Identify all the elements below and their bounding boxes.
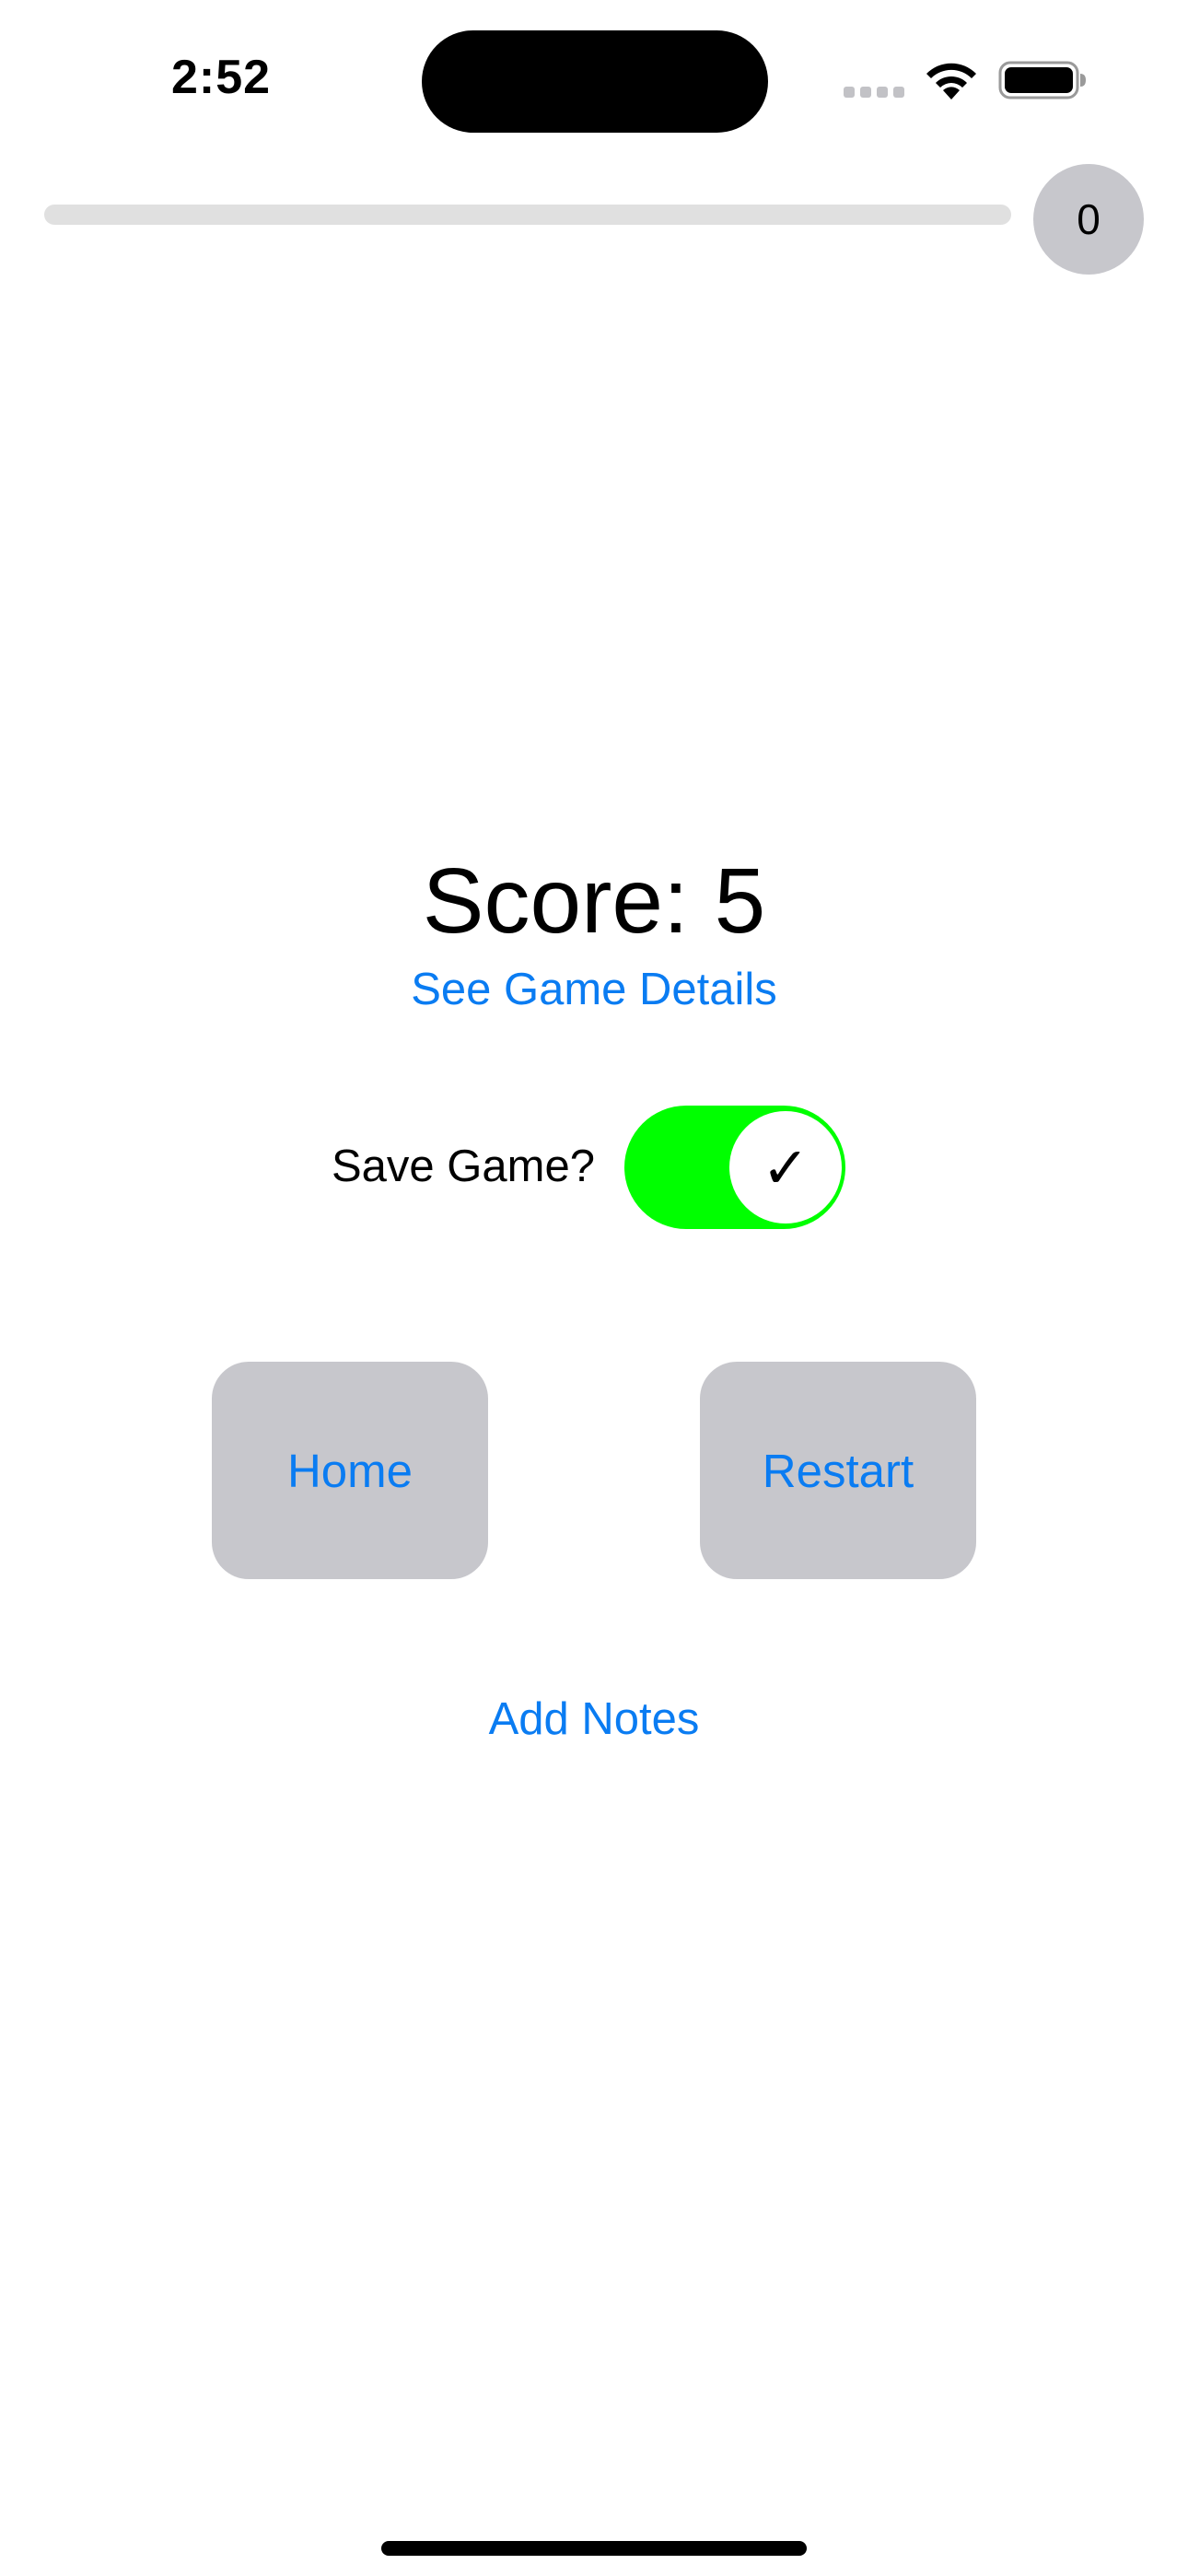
status-time: 2:52 [171,51,272,104]
battery-icon [998,61,1086,100]
dynamic-island [422,30,768,133]
save-game-label: Save Game? [332,1142,595,1191]
home-button[interactable]: Home [212,1362,488,1579]
save-game-toggle[interactable]: ✓ [624,1106,845,1229]
add-notes-link[interactable]: Add Notes [0,1692,1188,1747]
checkmark-icon: ✓ [729,1111,842,1224]
progress-bar [44,205,1011,225]
score-text: Score: 5 [422,849,766,953]
progress-count-badge: 0 [1033,164,1144,275]
cellular-signal-icon [844,87,906,98]
restart-button[interactable]: Restart [700,1362,976,1579]
wifi-icon [926,63,976,100]
see-game-details-link[interactable]: See Game Details [0,962,1188,1017]
home-indicator[interactable] [381,2541,807,2556]
